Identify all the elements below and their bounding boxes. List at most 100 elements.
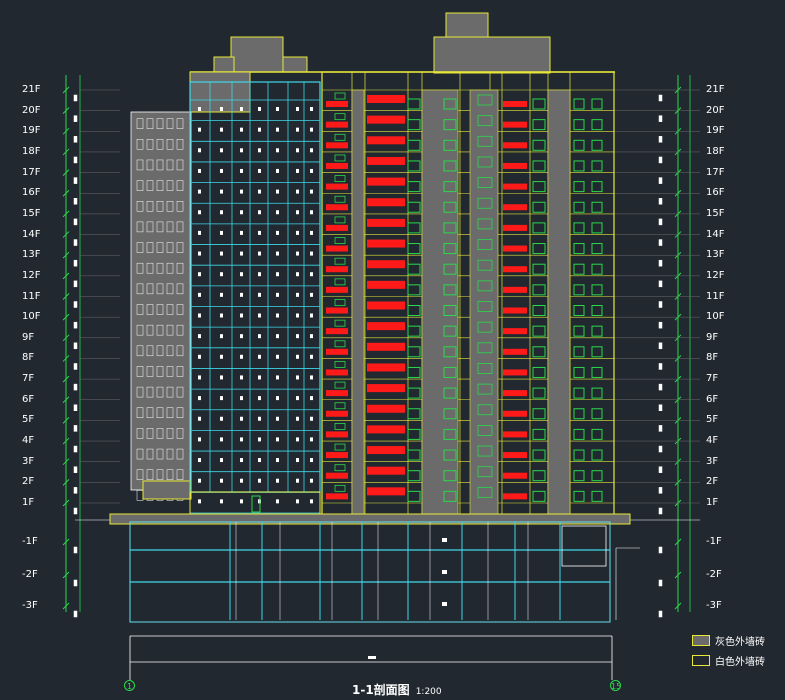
window-tag [310, 334, 313, 339]
window-tag [276, 354, 279, 359]
green-window [532, 325, 546, 337]
green-window [407, 201, 421, 213]
red-balcony [326, 142, 348, 149]
level-mark [658, 363, 663, 370]
level-mark [658, 610, 663, 618]
window-tag [258, 313, 261, 318]
window-tag [220, 478, 223, 483]
floor-label-right: 15F [706, 207, 725, 219]
window-tag [258, 375, 261, 380]
window-tag [198, 292, 201, 297]
window-tag [220, 127, 223, 132]
red-balcony [326, 224, 348, 231]
window-tag [240, 292, 243, 297]
red-balcony [367, 301, 405, 310]
green-window [407, 449, 421, 461]
window-tag [310, 210, 313, 215]
window-tag [240, 230, 243, 235]
red-balcony [503, 245, 527, 252]
window-tag [240, 499, 243, 504]
green-window [407, 366, 421, 378]
window-tag [240, 251, 243, 256]
facade-window [136, 490, 144, 501]
axis-tag-right: 15 [610, 680, 622, 691]
core-gray [351, 89, 365, 517]
level-mark [73, 445, 78, 453]
red-balcony [503, 162, 527, 169]
floor-label-right: 6F [706, 393, 719, 405]
window-tag [276, 499, 279, 504]
window-tag [276, 437, 279, 442]
legend-gray-label: 灰色外墙砖 [715, 637, 765, 648]
window-tag [220, 230, 223, 235]
red-balcony [503, 369, 527, 376]
level-mark [73, 363, 78, 370]
red-balcony [367, 198, 405, 207]
window-tag [198, 272, 201, 277]
green-window [407, 428, 421, 440]
green-window [334, 133, 346, 141]
green-window [573, 408, 585, 420]
green-window [334, 402, 346, 410]
level-mark [658, 383, 663, 391]
window-tag [220, 107, 223, 111]
window-tag [310, 251, 313, 256]
window-tag [240, 168, 243, 173]
window-tag [198, 458, 201, 463]
red-balcony [326, 101, 348, 107]
window-tag [310, 354, 313, 359]
basement-ramp [561, 525, 607, 567]
red-balcony [503, 390, 527, 397]
level-mark [658, 321, 663, 329]
window-tag [276, 230, 279, 235]
legend-gray-swatch [692, 635, 710, 646]
floor-label-right: 5F [706, 414, 719, 426]
window-tag [310, 292, 313, 297]
red-balcony [503, 493, 527, 500]
window-tag [198, 210, 201, 215]
red-balcony [503, 204, 527, 211]
level-mark [658, 404, 663, 411]
level-mark [73, 610, 78, 618]
level-mark [658, 218, 663, 226]
window-tag [240, 189, 243, 194]
red-balcony [326, 121, 348, 128]
window-tag [310, 499, 313, 504]
floor-label-left: -3F [22, 600, 38, 611]
window-tag [258, 478, 261, 483]
window-tag [310, 437, 313, 442]
green-window [407, 325, 421, 337]
window-tag [220, 437, 223, 442]
window-tag [240, 354, 243, 359]
green-window [334, 361, 346, 368]
green-window [573, 366, 585, 378]
window-tag [296, 313, 299, 318]
green-window [334, 113, 346, 121]
level-mark [658, 259, 663, 267]
green-window [334, 319, 346, 327]
level-mark [73, 177, 78, 184]
red-balcony [326, 390, 348, 397]
green-window [591, 181, 603, 193]
floor-label-right: 17F [706, 166, 725, 178]
floor-label-right: 11F [706, 290, 725, 302]
level-mark [658, 198, 663, 205]
green-window [573, 243, 585, 255]
window-tag [220, 375, 223, 380]
floor-label-left: 20F [22, 104, 41, 116]
level-mark [73, 218, 78, 226]
window-tag [258, 272, 261, 277]
red-balcony [503, 121, 527, 128]
green-window [573, 387, 585, 399]
level-mark [658, 546, 663, 554]
level-mark [658, 466, 663, 473]
legend-white-brick: 白色外墙砖 [692, 653, 765, 668]
green-window [591, 201, 603, 213]
window-tag [240, 107, 243, 111]
red-balcony [367, 218, 405, 227]
floor-label-right: -3F [706, 600, 722, 611]
floor-label-left: 12F [22, 269, 41, 281]
window-tag [220, 458, 223, 463]
level-mark [73, 321, 78, 329]
red-balcony [503, 224, 527, 231]
